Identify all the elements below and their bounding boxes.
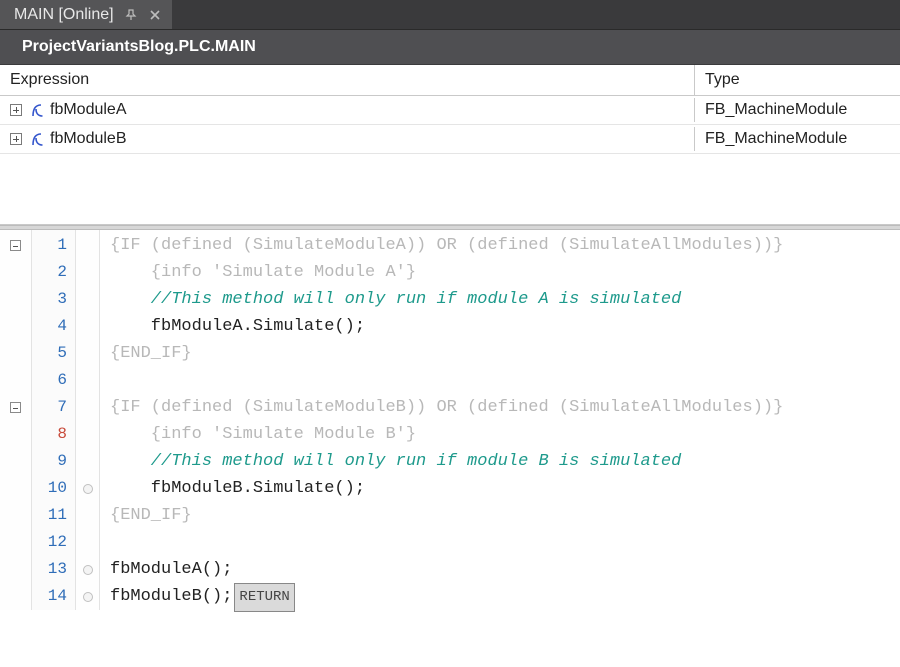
expand-icon[interactable] bbox=[10, 133, 22, 145]
line-number: 14 bbox=[32, 583, 75, 610]
pin-icon[interactable] bbox=[124, 8, 138, 22]
variable-name: fbModuleB bbox=[50, 130, 127, 148]
code-line[interactable]: {IF (defined (SimulateModuleA)) OR (defi… bbox=[110, 232, 900, 259]
variable-name: fbModuleA bbox=[50, 101, 127, 119]
line-number: 9 bbox=[32, 448, 75, 475]
line-number: 4 bbox=[32, 313, 75, 340]
line-number: 11 bbox=[32, 502, 75, 529]
column-header-expression[interactable]: Expression bbox=[0, 65, 695, 95]
code-line[interactable]: fbModuleA.Simulate(); bbox=[110, 313, 900, 340]
line-number: 1 bbox=[32, 232, 75, 259]
code-editor[interactable]: 1234567891011121314 {IF (defined (Simula… bbox=[0, 230, 900, 610]
breadcrumb: ProjectVariantsBlog.PLC.MAIN bbox=[0, 30, 900, 65]
return-badge: RETURN bbox=[234, 583, 294, 612]
line-number: 7 bbox=[32, 394, 75, 421]
line-number: 2 bbox=[32, 259, 75, 286]
line-number: 8 bbox=[32, 421, 75, 448]
column-header-type[interactable]: Type bbox=[695, 65, 900, 95]
code-line[interactable]: {info 'Simulate Module A'} bbox=[110, 259, 900, 286]
code-line[interactable]: {IF (defined (SimulateModuleB)) OR (defi… bbox=[110, 394, 900, 421]
fold-gutter[interactable] bbox=[0, 230, 32, 610]
declaration-panel: Expression Type fbModuleA FB_MachineModu… bbox=[0, 65, 900, 225]
breakpoint-marker-icon[interactable] bbox=[83, 484, 93, 494]
declaration-header: Expression Type bbox=[0, 65, 900, 96]
variable-type: FB_MachineModule bbox=[695, 127, 900, 151]
expand-icon[interactable] bbox=[10, 104, 22, 116]
fold-toggle-icon[interactable] bbox=[10, 240, 21, 251]
code-line[interactable]: fbModuleB.Simulate(); bbox=[110, 475, 900, 502]
declaration-spacer bbox=[0, 154, 900, 224]
code-line[interactable]: fbModuleA(); bbox=[110, 556, 900, 583]
breakpoint-gutter[interactable] bbox=[76, 230, 100, 610]
line-number: 3 bbox=[32, 286, 75, 313]
code-line[interactable]: {info 'Simulate Module B'} bbox=[110, 421, 900, 448]
function-block-icon bbox=[30, 103, 44, 117]
breakpoint-marker-icon[interactable] bbox=[83, 565, 93, 575]
table-row[interactable]: fbModuleA FB_MachineModule bbox=[0, 96, 900, 125]
code-line[interactable] bbox=[110, 529, 900, 556]
tab-bar: MAIN [Online] bbox=[0, 0, 900, 30]
fold-toggle-icon[interactable] bbox=[10, 402, 21, 413]
breakpoint-marker-icon[interactable] bbox=[83, 592, 93, 602]
line-number: 12 bbox=[32, 529, 75, 556]
code-line[interactable]: //This method will only run if module B … bbox=[110, 448, 900, 475]
table-row[interactable]: fbModuleB FB_MachineModule bbox=[0, 125, 900, 154]
code-line[interactable]: {END_IF} bbox=[110, 340, 900, 367]
line-number: 10 bbox=[32, 475, 75, 502]
tab-main-online[interactable]: MAIN [Online] bbox=[0, 0, 173, 29]
code-line[interactable] bbox=[110, 367, 900, 394]
breadcrumb-path: ProjectVariantsBlog.PLC.MAIN bbox=[22, 38, 256, 55]
variable-type: FB_MachineModule bbox=[695, 98, 900, 122]
function-block-icon bbox=[30, 132, 44, 146]
code-line[interactable]: {END_IF} bbox=[110, 502, 900, 529]
code-line[interactable]: //This method will only run if module A … bbox=[110, 286, 900, 313]
line-number: 13 bbox=[32, 556, 75, 583]
close-icon[interactable] bbox=[148, 8, 162, 22]
code-line[interactable]: fbModuleB();RETURN bbox=[110, 583, 900, 610]
line-number: 6 bbox=[32, 367, 75, 394]
line-number-gutter: 1234567891011121314 bbox=[32, 230, 76, 610]
tab-title: MAIN [Online] bbox=[14, 6, 114, 24]
line-number: 5 bbox=[32, 340, 75, 367]
code-area[interactable]: {IF (defined (SimulateModuleA)) OR (defi… bbox=[100, 230, 900, 610]
